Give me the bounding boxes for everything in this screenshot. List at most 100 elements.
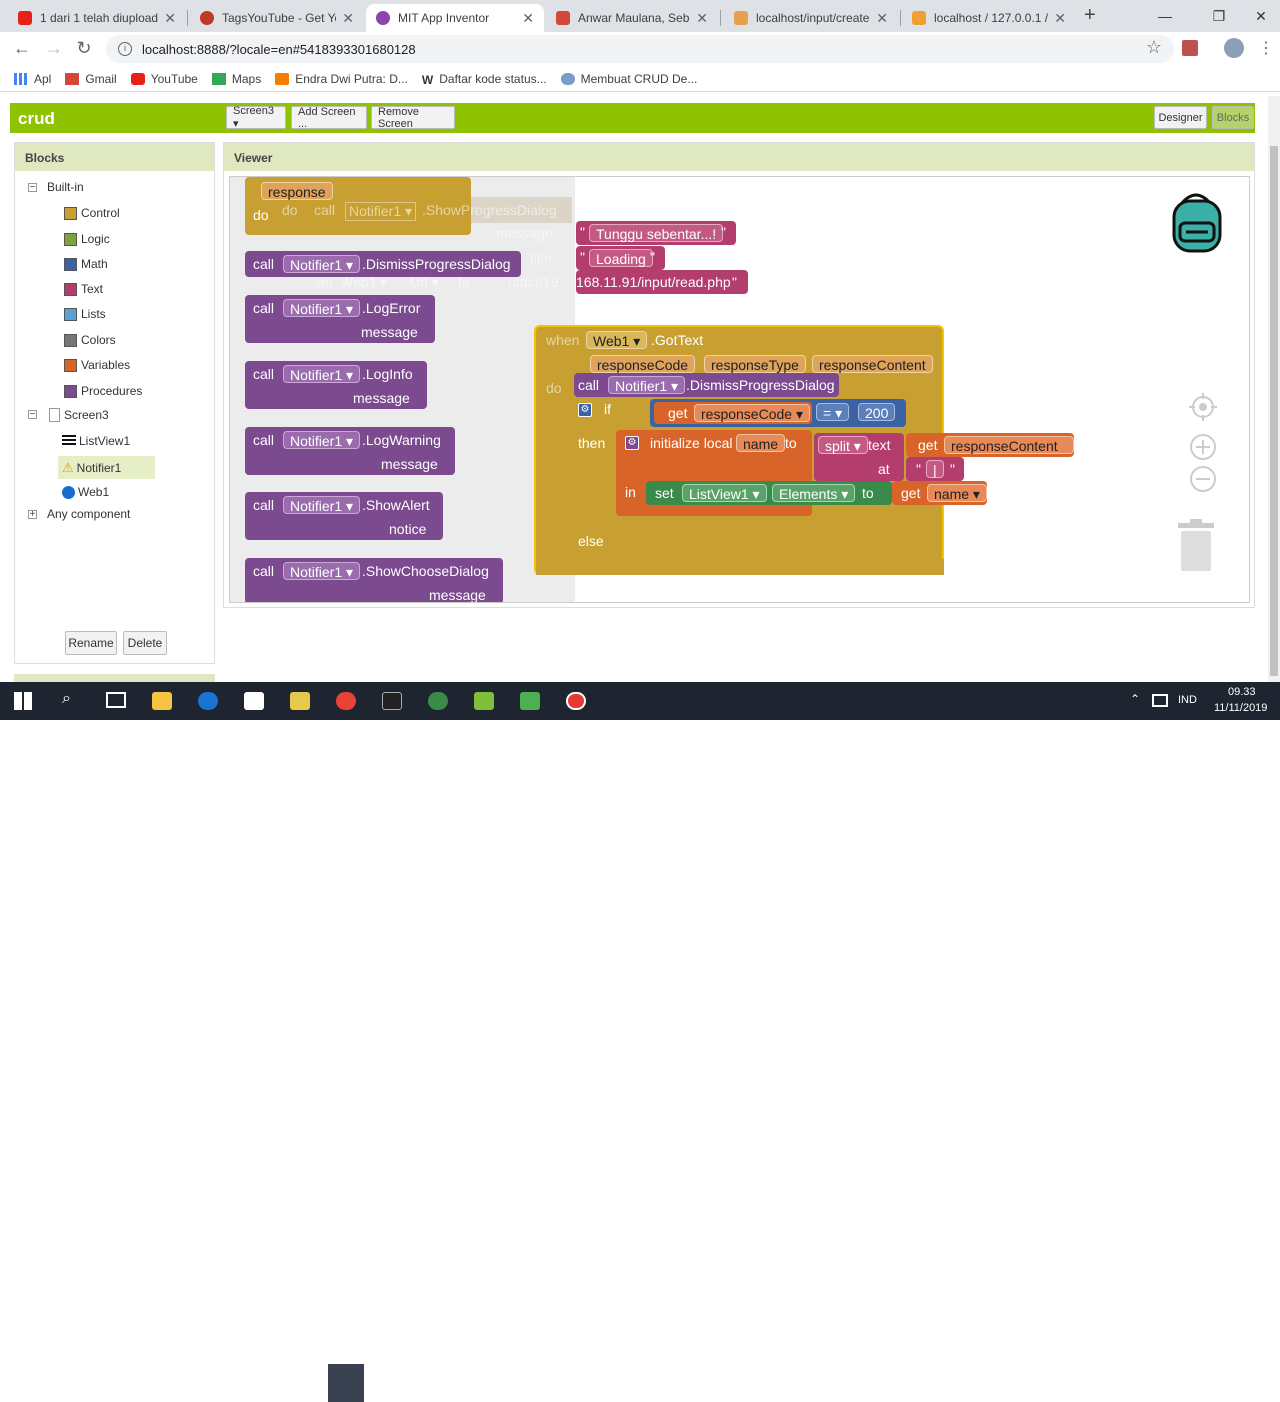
text-value[interactable]: Tunggu sebentar...! (589, 224, 724, 242)
param-response[interactable]: response (261, 182, 333, 200)
profile-avatar[interactable] (1224, 38, 1244, 58)
bookmark-blogger[interactable]: Endra Dwi Putra: D... (275, 72, 408, 86)
tree-item-procedures[interactable]: Procedures (64, 384, 142, 398)
forward-icon[interactable]: → (42, 38, 66, 59)
folder-icon[interactable] (290, 692, 310, 710)
set-elements-block[interactable]: set ListView1 ▾ Elements ▾ to (646, 481, 892, 505)
expand-icon[interactable]: + (28, 510, 37, 520)
tree-item-logic[interactable]: Logic (64, 232, 110, 246)
close-icon[interactable]: ✕ (342, 10, 354, 27)
store-icon[interactable] (244, 692, 264, 710)
notification-icon[interactable] (1152, 694, 1168, 707)
zoom-out-icon[interactable] (1189, 465, 1217, 493)
dismiss-call-block[interactable]: call Notifier1 ▾ .DismissProgressDialog (574, 373, 839, 397)
number-value[interactable]: 200 (858, 403, 896, 421)
palette-block-logerror[interactable]: call Notifier1 ▾ .LogError message (245, 295, 435, 343)
tree-item-math[interactable]: Math (64, 257, 108, 271)
app-icon[interactable] (428, 692, 448, 710)
param-responsecode[interactable]: responseCode (590, 355, 696, 373)
file-explorer-icon[interactable] (152, 692, 172, 710)
page-scrollbar[interactable] (1268, 96, 1280, 682)
equals-dropdown[interactable]: = ▾ (816, 403, 850, 421)
local-name-field[interactable]: name (736, 434, 786, 452)
palette-block-showchoose[interactable]: call Notifier1 ▾ .ShowChooseDialog messa… (245, 558, 503, 602)
variable-dropdown[interactable]: name ▾ (927, 484, 987, 502)
star-icon[interactable]: ☆ (1142, 37, 1166, 58)
blocks-workspace[interactable]: response do do call Notifier1 ▾ .ShowPro… (229, 176, 1250, 603)
notifier-dropdown[interactable]: Notifier1 ▾ (283, 496, 361, 514)
notifier-dropdown[interactable]: Notifier1 ▾ (283, 299, 361, 317)
tree-screen3[interactable]: Screen3 (49, 408, 109, 422)
address-bar[interactable]: i localhost:8888/?locale=en#541839330168… (106, 35, 1174, 63)
variable-dropdown[interactable]: responseCode ▾ (694, 404, 810, 422)
palette-block-showalert[interactable]: call Notifier1 ▾ .ShowAlert notice (245, 492, 443, 540)
get-responsecode-block[interactable]: get responseCode ▾ (654, 402, 812, 424)
browser-tab[interactable]: 1 dari 1 telah diupload ✕ (8, 4, 186, 32)
rename-button[interactable]: Rename (65, 631, 117, 655)
notifier-dropdown[interactable]: Notifier1 ▾ (283, 255, 361, 273)
remove-screen-button[interactable]: Remove Screen (371, 106, 455, 130)
bookmark-wikipedia[interactable]: W Daftar kode status... (422, 72, 547, 87)
chrome-icon[interactable] (336, 692, 356, 710)
gear-icon[interactable]: ⚙ (578, 403, 592, 417)
close-icon[interactable]: ✕ (522, 10, 534, 27)
tree-listview1[interactable]: ListView1 (62, 434, 130, 448)
pdf-extension-icon[interactable] (1182, 40, 1198, 56)
bookmark-gmail[interactable]: Gmail (65, 72, 117, 86)
browser-tab[interactable]: TagsYouTube - Get You ✕ (190, 4, 364, 32)
palette-block-dismiss[interactable]: call Notifier1 ▾ .DismissProgressDialog (245, 251, 521, 277)
text-value[interactable]: Loading (589, 249, 653, 267)
tree-item-lists[interactable]: Lists (64, 307, 106, 321)
palette-block-loginfo[interactable]: call Notifier1 ▾ .LogInfo message (245, 361, 427, 409)
gear-icon[interactable]: ⚙ (625, 436, 639, 450)
compare-block[interactable]: get responseCode ▾ = ▾ 200 (650, 399, 906, 427)
tree-web1[interactable]: Web1 (62, 485, 109, 499)
spreadsheet-icon[interactable] (520, 692, 540, 710)
android-icon[interactable] (474, 692, 494, 710)
window-close-icon[interactable]: ✕ (1238, 0, 1280, 32)
tray-chevron-icon[interactable]: ⌃ (1130, 692, 1140, 706)
tree-any-component[interactable]: Any component (47, 507, 130, 521)
text-value[interactable]: | (926, 460, 944, 478)
notifier-dropdown[interactable]: Notifier1 ▾ (283, 365, 361, 383)
get-name-block[interactable]: get name ▾ (892, 481, 987, 505)
zoom-in-icon[interactable] (1189, 433, 1217, 461)
split-dropdown[interactable]: split ▾ (818, 436, 868, 454)
collapse-icon[interactable]: − (28, 183, 37, 193)
edge-icon[interactable] (198, 692, 218, 710)
tree-item-variables[interactable]: Variables (64, 358, 130, 372)
center-icon[interactable] (1189, 393, 1217, 421)
close-icon[interactable]: ✕ (164, 10, 176, 27)
web1-dropdown[interactable]: Web1 ▾ (586, 331, 648, 349)
text-block-url[interactable]: 168.11.91/input/read.php " (576, 270, 748, 294)
bookmark-crud[interactable]: Membuat CRUD De... (560, 72, 697, 86)
notifier-dropdown[interactable]: Notifier1 ▾ (283, 431, 361, 449)
collapse-icon[interactable]: − (28, 410, 37, 420)
back-icon[interactable]: ← (10, 38, 34, 59)
url-text-value[interactable]: 168.11.91/input/read.php (576, 274, 731, 290)
record-icon[interactable] (566, 692, 586, 710)
bookmark-maps[interactable]: Maps (211, 72, 261, 86)
text-block[interactable]: " Loading " (576, 246, 665, 270)
browser-tab[interactable]: Anwar Maulana, Seb ✕ (546, 4, 718, 32)
notifier-dropdown[interactable]: Notifier1 ▾ (283, 562, 361, 580)
search-icon[interactable]: ⌕ (62, 690, 71, 708)
notifier-dropdown[interactable]: Notifier1 ▾ (608, 376, 686, 394)
reload-icon[interactable]: ↻ (72, 38, 96, 59)
restore-icon[interactable]: ❐ (1196, 0, 1242, 32)
palette-block-logwarning[interactable]: call Notifier1 ▾ .LogWarning message (245, 427, 455, 475)
variable-dropdown[interactable]: responseContent ▾ (944, 436, 1074, 470)
tree-item-colors[interactable]: Colors (64, 333, 116, 347)
bookmark-youtube[interactable]: YouTube (130, 72, 198, 86)
task-view-icon[interactable] (106, 692, 126, 708)
language-indicator[interactable]: IND (1178, 694, 1197, 706)
delete-button[interactable]: Delete (123, 631, 167, 655)
menu-icon[interactable]: ⋮ (1258, 38, 1274, 58)
backpack-icon[interactable] (1166, 189, 1226, 253)
tree-item-control[interactable]: Control (64, 206, 120, 220)
clock-date[interactable]: 11/11/2019 (1214, 702, 1267, 714)
scrollbar-thumb[interactable] (1270, 146, 1278, 676)
designer-button[interactable]: Designer (1154, 106, 1207, 129)
blocks-button[interactable]: Blocks (1212, 106, 1254, 129)
bookmark-apps[interactable]: Apl (14, 72, 51, 86)
